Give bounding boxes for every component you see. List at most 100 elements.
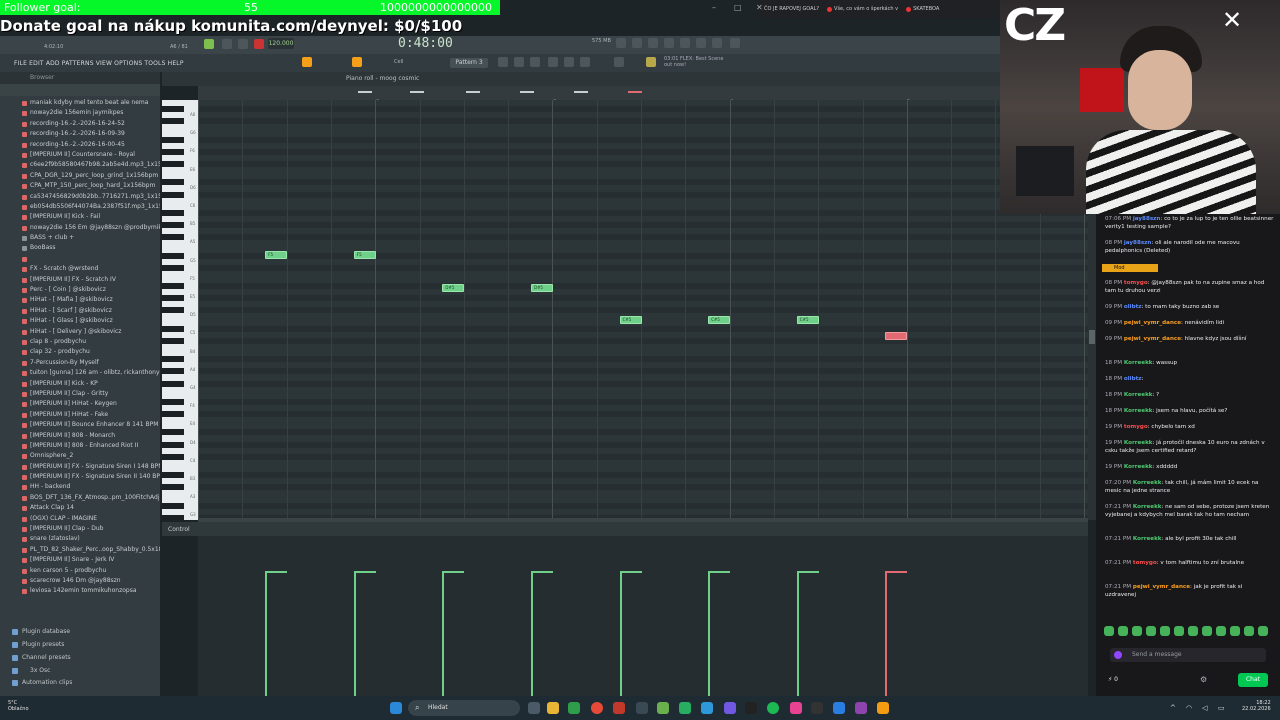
menu-edit[interactable]: EDIT [29,60,44,67]
browser-file-item[interactable]: noway2die 156 Em @jay88szn @prodbymiku [0,223,160,233]
browser-file-item[interactable]: recording-16.-2.-2026-16-00-45 [0,140,160,150]
velocity-cap[interactable] [531,570,553,573]
excel-icon[interactable] [679,702,691,714]
mixer-view-icon[interactable] [530,57,540,67]
chat-username[interactable]: Korreekk [1124,360,1153,366]
browser-file-item[interactable]: [IMPERIUM II] FX - Signature Siren II 14… [0,472,160,482]
browser-file-item[interactable]: PL_TD_82_Shaker_Perc..oop_Shabby_0.5x186… [0,545,160,555]
fl-studio-icon[interactable] [877,702,889,714]
chat-username[interactable]: Korreekk [1133,536,1162,542]
black-key[interactable] [162,325,184,332]
chat-username[interactable]: Korreekk [1133,480,1162,486]
browser-3xosc[interactable]: 3x Osc [0,666,160,676]
browser-tab[interactable]: SKATEBOA [902,6,943,12]
browser-file-item[interactable]: Attack Clap 14 [0,503,160,513]
menu-patterns[interactable]: PATTERNS [62,60,94,67]
browser-file-item[interactable]: [IMPERIUM II] Clap - Dub [0,524,160,534]
taskbar-clock[interactable]: 18:22 22.02.2026 [1242,700,1271,712]
velocity-cap[interactable] [885,570,908,573]
emote-icon[interactable] [1216,626,1226,636]
undo-icon[interactable] [616,38,626,48]
black-key[interactable] [162,209,184,216]
browser-file-item[interactable]: [IMPERIUM II] Kick - KP [0,379,160,389]
browser-file-item[interactable]: c6ee2f9b58580467b98.2ab5e4d.mp3_1x156bpm [0,160,160,170]
maximize-icon[interactable]: □ [734,3,742,12]
chrome-icon[interactable] [591,702,603,714]
tray-chevron-icon[interactable]: ^ [1170,704,1176,712]
piano-roll-note[interactable]: D#5 [442,283,465,292]
browser-file-item[interactable]: maniak kdyby mel tento beat ale nema [0,98,160,108]
black-key[interactable] [162,161,184,167]
black-key[interactable] [162,380,184,387]
black-key[interactable] [162,191,184,198]
black-key[interactable] [162,252,184,259]
black-key[interactable] [162,295,184,302]
pat-song-toggle-icon[interactable] [204,39,214,49]
browser-tab[interactable]: Vše, co vám o šperkách v [823,6,902,12]
browser-file-item[interactable]: [IMPERIUM II] Clap - Gritty [0,389,160,399]
black-key[interactable] [162,136,184,143]
channel-points-icon[interactable]: ⚡ 0 [1108,676,1118,683]
speaker-icon[interactable]: ◁ [1202,704,1207,712]
tempo-display[interactable]: 120.000 [268,38,294,49]
pattern-selector[interactable]: Pattern 3 [450,58,488,68]
black-key[interactable] [162,472,184,479]
chat-username[interactable]: Korreekk [1133,504,1162,510]
browser-file-item[interactable]: [IMPERIUM II] HiHat - Fake [0,410,160,420]
browser-file-item[interactable]: CPA_MTP_150_perc_loop_hard_1x156bpm [0,181,160,191]
browser-file-item[interactable]: HiHat - [ Delivery ] @skibovicz [0,327,160,337]
velocity-bar[interactable] [353,570,356,696]
velocity-bar[interactable] [442,570,445,696]
piano-roll-note[interactable]: C#5 [796,316,819,324]
play-icon[interactable] [222,39,232,49]
discord-icon[interactable] [724,702,736,714]
velocity-bar[interactable] [531,570,533,696]
browser-file-item[interactable]: [IMPERIUM II] Bounce Enhancer 8 141 BPM [0,420,160,430]
black-key[interactable] [162,441,184,448]
touch-controller-icon[interactable] [614,57,624,67]
emote-icon[interactable] [1230,626,1240,636]
black-key[interactable] [162,514,184,520]
chat-input[interactable]: Send a message [1110,648,1266,662]
browser-file-item[interactable]: clap 32 - prodbychu [0,347,160,357]
taskbar-search[interactable]: Hledat [408,700,520,716]
browser-file-item[interactable]: [IMPERIUM II] 808 - Enhanced Riot II [0,441,160,451]
black-key[interactable] [162,264,184,271]
browser-file-item[interactable]: Perc - [ Coin ] @skibovicz [0,285,160,295]
black-key[interactable] [162,453,184,460]
black-key[interactable] [162,283,184,289]
channel-rack-icon[interactable] [514,57,524,67]
weather-widget[interactable]: 5°C Oblačno [8,700,29,712]
mic-icon[interactable] [648,38,658,48]
browser-file-item[interactable]: HH - backend [0,482,160,492]
app-icon[interactable] [613,702,625,714]
velocity-cap[interactable] [265,570,288,573]
plugin-icon[interactable] [680,38,690,48]
control-label[interactable]: Control [168,526,190,533]
chat-username[interactable]: olibtz [1124,376,1142,382]
black-key[interactable] [162,368,184,375]
menu-view[interactable]: VIEW [96,60,112,67]
piano-roll-icon[interactable] [548,57,558,67]
black-key[interactable] [162,234,184,241]
black-key[interactable] [162,307,184,314]
chat-username[interactable]: pejwi_vymr_dance [1133,584,1190,590]
piano-roll-timeline[interactable] [198,86,1088,100]
black-key[interactable] [162,106,184,113]
app-icon[interactable] [657,702,669,714]
menu-help[interactable]: HELP [168,60,184,67]
piano-roll-note[interactable] [885,332,908,341]
velocity-cap[interactable] [353,570,376,573]
menu-file[interactable]: FILE [14,60,27,67]
browser-automation-clips[interactable]: Automation clips [0,678,160,688]
download-icon[interactable] [730,38,740,48]
settings-icon[interactable]: ⚙ [1200,675,1207,684]
velocity-cap[interactable] [708,570,731,573]
black-key[interactable] [162,118,184,125]
close-icon[interactable]: ✕ [756,3,763,12]
browser-file-item[interactable]: noway2die 156emin jaymikpes [0,108,160,118]
emote-icon[interactable] [1202,626,1212,636]
piano-roll-note[interactable]: F5 [265,251,288,260]
app-icon[interactable] [701,702,713,714]
start-icon[interactable] [390,702,402,714]
